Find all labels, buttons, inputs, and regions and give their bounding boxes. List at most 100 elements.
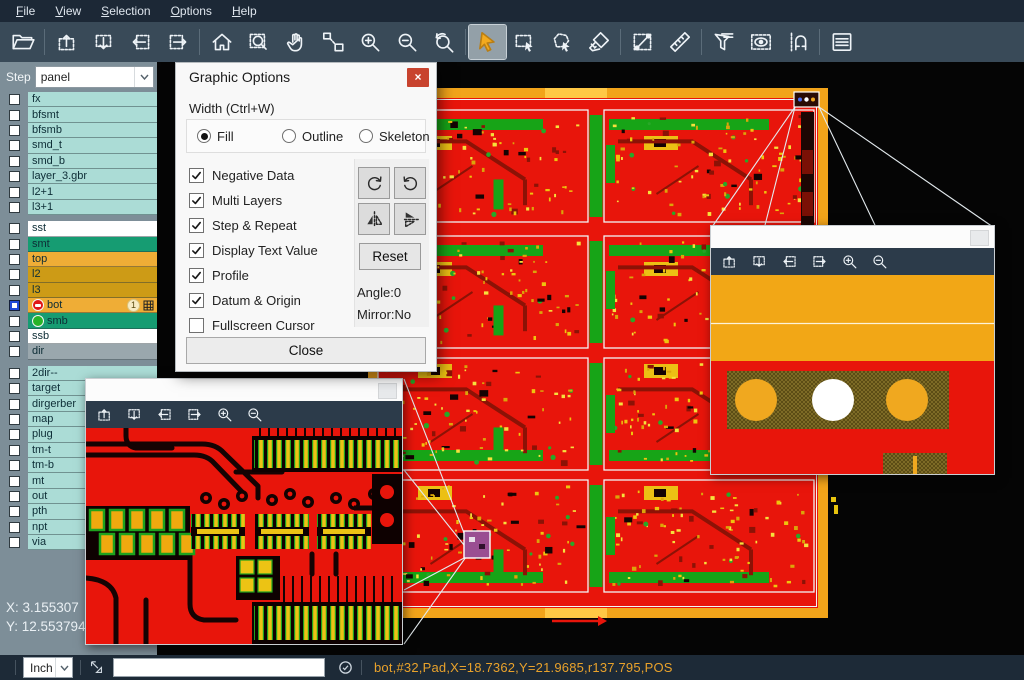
menu-selection[interactable]: Selection [91,2,160,20]
layer-visibility-checkbox[interactable] [0,381,28,396]
magnifier-view-bottom-left[interactable] [86,428,402,644]
rotate-ccw-button[interactable] [394,167,426,199]
layer-row-fx[interactable]: fx [0,92,157,107]
layer-row-bfsmb[interactable]: bfsmb [0,123,157,138]
unit-select[interactable]: Inch [23,657,73,678]
view-visibility-button[interactable] [742,25,779,59]
layer-name-cell[interactable]: dir [28,344,157,359]
menu-help[interactable]: Help [222,2,267,20]
layer-row-sst[interactable]: sst [0,221,157,236]
layer-visibility-checkbox[interactable] [0,344,28,359]
close-icon[interactable]: × [407,68,429,87]
layer-visibility-checkbox[interactable] [0,313,28,328]
layer-name-cell[interactable]: l2+1 [28,184,157,199]
layer-visibility-checkbox[interactable] [0,221,28,236]
dynamic-zoom-button[interactable] [314,25,351,59]
layer-visibility-checkbox[interactable] [0,138,28,153]
pan-up-button[interactable] [92,404,117,426]
checkbox-step-repeat[interactable]: Step & Repeat [189,213,318,238]
pan-down-button[interactable] [122,404,147,426]
layer-row-layer_3.gbr[interactable]: layer_3.gbr [0,169,157,184]
layer-name-cell[interactable]: l3 [28,283,157,298]
dialog-title-bar[interactable]: Graphic Options × [176,63,436,91]
magnifier-window-bottom-left[interactable] [85,378,403,645]
radio-fill[interactable]: Fill [197,120,234,152]
layer-row-l3+1[interactable]: l3+1 [0,200,157,215]
layer-visibility-checkbox[interactable] [0,200,28,215]
layer-name-cell[interactable]: bfsmb [28,123,157,138]
pan-hand-button[interactable] [277,25,314,59]
snap-button[interactable] [779,25,816,59]
grid-icon[interactable] [143,300,154,311]
ruler-button[interactable] [661,25,698,59]
layer-visibility-checkbox[interactable] [0,489,28,504]
layer-visibility-checkbox[interactable] [0,504,28,519]
layer-row-smd_b[interactable]: smd_b [0,154,157,169]
layer-visibility-checkbox[interactable] [0,520,28,535]
rect-select-button[interactable] [506,25,543,59]
layer-visibility-checkbox[interactable] [0,252,28,267]
zoom-in-button[interactable] [837,251,862,273]
pan-right-button[interactable] [182,404,207,426]
clean-select-button[interactable] [580,25,617,59]
zoom-window-button[interactable] [240,25,277,59]
layer-name-cell[interactable]: top [28,252,157,267]
open-folder-button[interactable] [4,25,41,59]
layer-visibility-checkbox[interactable] [0,154,28,169]
layer-name-cell[interactable]: bot1 [28,298,157,313]
layer-row-dir[interactable]: dir [0,344,157,359]
layer-row-smd_t[interactable]: smd_t [0,138,157,153]
step-select[interactable]: panel [35,66,154,88]
checkbox-multi-layers[interactable]: Multi Layers [189,188,318,213]
command-input[interactable] [113,658,325,677]
layer-name-cell[interactable]: smd_b [28,154,157,169]
magnifier-title-bar[interactable] [711,226,994,248]
menu-options[interactable]: Options [161,2,222,20]
layer-visibility-checkbox[interactable] [0,535,28,550]
layer-row-l2+1[interactable]: l2+1 [0,184,157,199]
checkbox-fullscreen-cursor[interactable]: Fullscreen Cursor [189,313,318,338]
pan-right-button[interactable] [807,251,832,273]
magnifier-window-top-right[interactable] [710,225,995,475]
menu-view[interactable]: View [45,2,91,20]
layer-name-cell[interactable]: sst [28,221,157,236]
select-cursor-button[interactable] [469,25,506,59]
poly-select-button[interactable] [543,25,580,59]
window-button[interactable] [970,230,989,246]
layer-name-cell[interactable]: l3+1 [28,200,157,215]
pan-down-button[interactable] [85,25,122,59]
mirror-vertical-button[interactable] [358,203,390,235]
layer-visibility-checkbox[interactable] [0,169,28,184]
layer-row-smt[interactable]: smt [0,237,157,252]
layer-visibility-checkbox[interactable] [0,283,28,298]
pan-right-button[interactable] [159,25,196,59]
zoom-in-button[interactable] [351,25,388,59]
rotate-cw-button[interactable] [358,167,390,199]
pan-left-button[interactable] [152,404,177,426]
pan-down-button[interactable] [747,251,772,273]
layer-visibility-checkbox[interactable] [0,329,28,344]
home-view-button[interactable] [203,25,240,59]
magnifier-view-top-right[interactable] [711,275,994,474]
layer-name-cell[interactable]: smb [28,313,157,328]
checkbox-negative-data[interactable]: Negative Data [189,163,318,188]
zoom-previous-button[interactable] [425,25,462,59]
layer-visibility-checkbox[interactable] [0,458,28,473]
layer-visibility-checkbox[interactable] [0,412,28,427]
layer-name-cell[interactable]: ssb [28,329,157,344]
menu-file[interactable]: File [6,2,45,20]
filter-button[interactable] [705,25,742,59]
layer-visibility-checkbox[interactable] [0,473,28,488]
layer-name-cell[interactable]: bfsmt [28,107,157,122]
layer-row-smb[interactable]: smb [0,313,157,328]
layer-visibility-checkbox[interactable] [0,267,28,282]
layer-list-button[interactable] [823,25,860,59]
layer-name-cell[interactable]: fx [28,92,157,107]
layer-name-cell[interactable]: smt [28,237,157,252]
layer-visibility-checkbox[interactable] [0,184,28,199]
zoom-out-button[interactable] [388,25,425,59]
radio-skeleton[interactable]: Skeleton [359,120,430,152]
zoom-out-button[interactable] [867,251,892,273]
radio-outline[interactable]: Outline [282,120,343,152]
corner-select-icon[interactable] [88,659,105,676]
